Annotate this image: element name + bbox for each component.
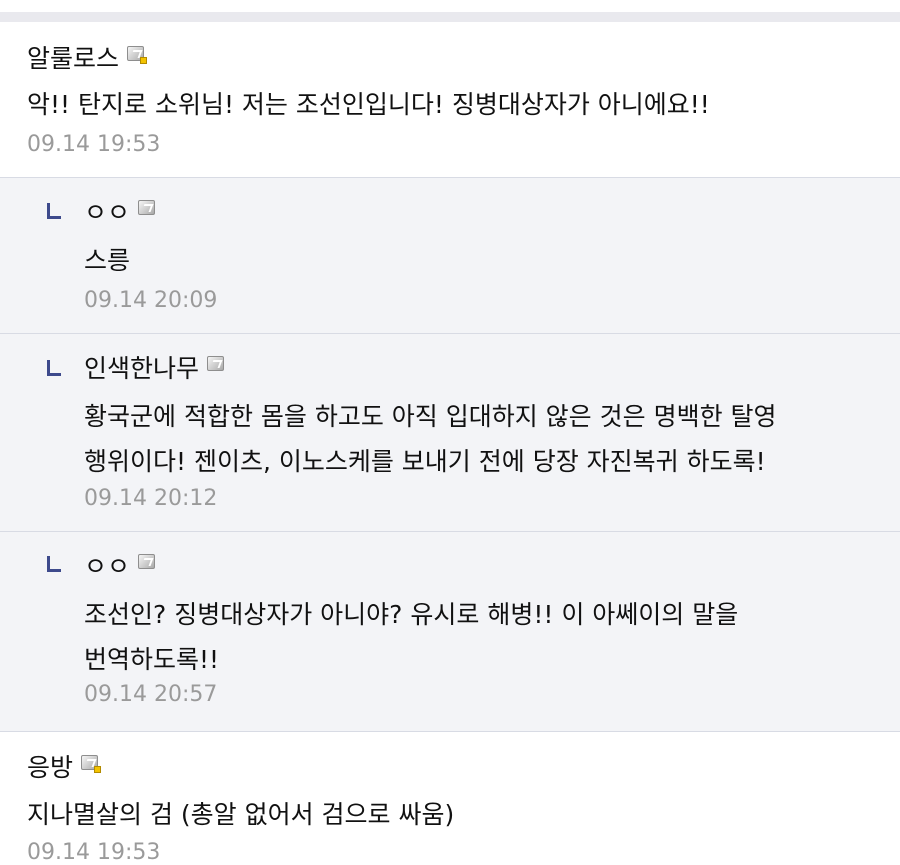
- reply-text: 황국군에 적합한 몸을 하고도 아직 입대하지 않은 것은 명백한 탈영 행위이…: [84, 402, 777, 476]
- reply-arrow-icon: [47, 556, 61, 572]
- comment-author-name[interactable]: 응방: [27, 748, 73, 784]
- comment-item: 응방 지나멸살의 검 (총알 없어서 검으로 싸움) 09.14 19:53: [0, 732, 900, 865]
- floating-nick-badge-icon: [207, 356, 227, 374]
- reply-author-row: 인색한나무: [84, 350, 227, 384]
- reply-arrow-icon: [47, 203, 61, 219]
- reply-text: 조선인? 징병대상자가 아니야? 유시로 해병!! 이 아쎄이의 말을 번역하도…: [84, 600, 739, 674]
- reply-item: ㅇㅇ 조선인? 징병대상자가 아니야? 유시로 해병!! 이 아쎄이의 말을 번…: [0, 532, 900, 732]
- comment-item: 알룰로스 악!! 탄지로 소위님! 저는 조선인입니다! 징병대상자가 아니에요…: [0, 22, 900, 178]
- reply-timestamp: 09.14 20:09: [84, 288, 218, 313]
- floating-nick-badge-icon: [138, 200, 158, 218]
- reply-author-name[interactable]: 인색한나무: [84, 349, 199, 385]
- fixed-nick-badge-icon: [81, 755, 102, 773]
- reply-author-row: ㅇㅇ: [84, 548, 158, 582]
- comment-timestamp: 09.14 19:53: [27, 840, 161, 865]
- comment-author-row: 응방: [27, 748, 102, 784]
- top-divider-bar: [0, 0, 900, 22]
- reply-arrow-icon: [47, 360, 61, 376]
- fixed-nick-badge-icon: [127, 46, 148, 64]
- reply-item: 인색한나무 황국군에 적합한 몸을 하고도 아직 입대하지 않은 것은 명백한 …: [0, 334, 900, 532]
- floating-nick-badge-icon: [138, 554, 158, 572]
- comment-author-name[interactable]: 알룰로스: [27, 39, 119, 75]
- reply-author-name[interactable]: ㅇㅇ: [84, 547, 130, 583]
- comment-text: 악!! 탄지로 소위님! 저는 조선인입니다! 징병대상자가 아니에요!!: [27, 90, 710, 119]
- comment-author-row: 알룰로스: [27, 39, 148, 75]
- comment-text: 지나멸살의 검 (총알 없어서 검으로 싸움): [27, 800, 455, 829]
- reply-author-row: ㅇㅇ: [84, 194, 158, 228]
- reply-timestamp: 09.14 20:12: [84, 486, 218, 511]
- reply-timestamp: 09.14 20:57: [84, 682, 218, 707]
- reply-author-name[interactable]: ㅇㅇ: [84, 193, 130, 229]
- comment-timestamp: 09.14 19:53: [27, 132, 161, 157]
- reply-text: 스릉: [84, 246, 131, 275]
- reply-item: ㅇㅇ 스릉 09.14 20:09: [0, 178, 900, 334]
